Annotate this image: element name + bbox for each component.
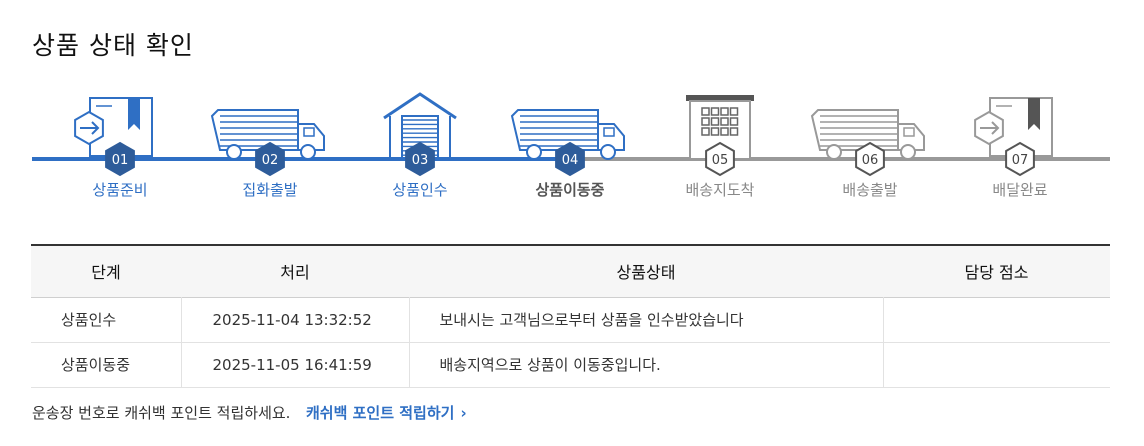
cashback-link[interactable]: 캐쉬백 포인트 적립하기 ›: [306, 402, 467, 423]
table-header-row: 단계 처리 상품상태 담당 점소: [31, 245, 1110, 297]
step-1-number: 01: [112, 153, 129, 168]
step-label-2: 집화출발: [242, 181, 298, 199]
step-7-number: 07: [1012, 153, 1029, 168]
step-2-badge: 02: [255, 141, 285, 177]
cell-step: 상품인수: [31, 297, 181, 343]
step-label-1: 상품준비: [92, 181, 148, 199]
cell-office: [882, 297, 1110, 343]
header-status: 상품상태: [616, 263, 676, 283]
page-title: 상품 상태 확인: [32, 31, 194, 60]
cell-time: 2025-11-04 13:32:52: [180, 297, 409, 343]
cell-step: 상품이동중: [31, 342, 181, 388]
step-label-6: 배송출발: [842, 181, 898, 199]
step-3-badge: 03: [405, 141, 435, 177]
step-5-badge: 05: [705, 141, 735, 177]
step-4-badge: 04: [555, 141, 585, 177]
step-6-badge: 06: [855, 141, 885, 177]
delivery-progress-tracker: 01 02 03 04 05 06 07 상품준비 집화출발 상품인수 상품이동중 배송지도…: [0, 80, 1144, 210]
step-5-number: 05: [712, 153, 729, 168]
table-row: 상품이동중 2025-11-05 16:41:59 배송지역으로 상품이 이동중…: [31, 342, 1110, 388]
chevron-right-icon: ›: [460, 404, 467, 422]
step-4-number: 04: [562, 153, 579, 168]
step-label-4: 상품이동중: [535, 181, 605, 199]
step-label-7: 배달완료: [992, 181, 1048, 199]
cashback-link-label: 캐쉬백 포인트 적립하기: [306, 404, 455, 422]
step-1-badge: 01: [105, 141, 135, 177]
cashback-note: 운송장 번호로 캐쉬백 포인트 적립하세요.: [32, 404, 291, 422]
header-time: 처리: [280, 263, 310, 283]
header-step: 단계: [91, 263, 121, 283]
cell-status: 보내시는 고객님으로부터 상품을 인수받았습니다: [408, 297, 883, 343]
table-row: 상품인수 2025-11-04 13:32:52 보내시는 고객님으로부터 상품…: [31, 297, 1110, 343]
step-label-3: 상품인수: [392, 181, 448, 199]
step-7-badge: 07: [1005, 141, 1035, 177]
step-label-5: 배송지도착: [685, 181, 755, 199]
cell-status: 배송지역으로 상품이 이동중입니다.: [408, 342, 883, 388]
tracking-history-table: 단계 처리 상품상태 담당 점소 상품인수 2025-11-04 13:32:5…: [31, 244, 1110, 388]
header-office: 담당 점소: [964, 263, 1029, 283]
step-3-number: 03: [412, 153, 429, 168]
step-2-number: 02: [262, 153, 279, 168]
cell-office: [882, 342, 1110, 388]
step-6-number: 06: [862, 153, 879, 168]
cell-time: 2025-11-05 16:41:59: [180, 342, 409, 388]
